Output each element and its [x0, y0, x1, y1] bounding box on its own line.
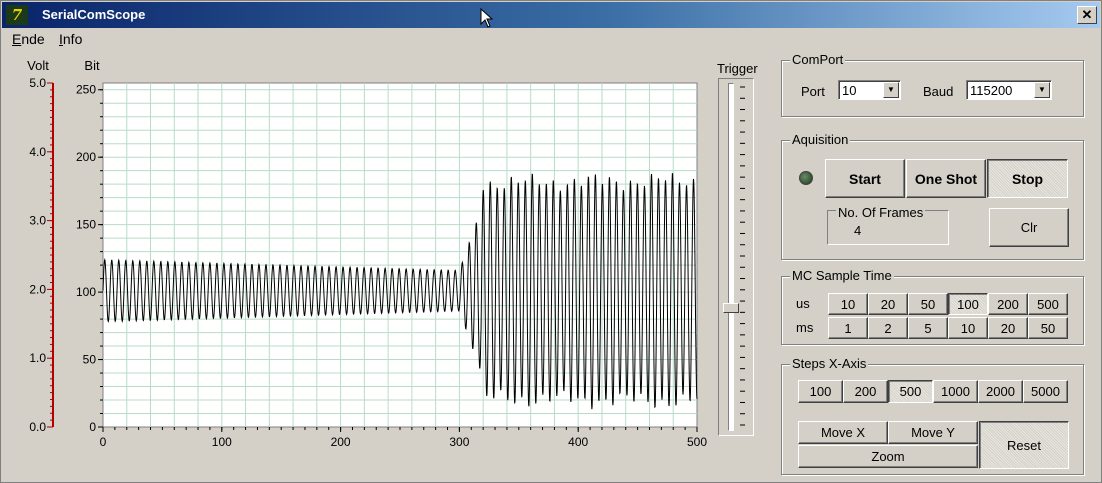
- y-bit-tick-label: 0: [89, 420, 96, 434]
- sample-us-200-button[interactable]: 200: [988, 293, 1028, 315]
- port-value: 10: [842, 83, 857, 98]
- steps-200-button[interactable]: 200: [843, 380, 888, 403]
- menu-bar: Ende Info: [2, 29, 1100, 49]
- sample-ms-20-button[interactable]: 20: [988, 317, 1028, 339]
- menu-info[interactable]: Info: [59, 31, 82, 47]
- app-logo-icon: 7: [6, 5, 28, 25]
- reset-button[interactable]: Reset: [979, 421, 1069, 469]
- move-x-button[interactable]: Move X: [798, 421, 888, 444]
- move-y-button[interactable]: Move Y: [888, 421, 978, 444]
- baud-value: 115200: [970, 83, 1013, 98]
- baud-select[interactable]: 115200 ▼: [966, 80, 1052, 100]
- acquisition-group: Aquisition Start One Shot Stop No. Of Fr…: [781, 132, 1084, 260]
- y-volt-axis-label: Volt: [27, 58, 49, 73]
- close-button[interactable]: ✕: [1077, 6, 1097, 24]
- x-tick-label: 500: [687, 435, 707, 449]
- trigger-slider-thumb[interactable]: [723, 303, 739, 313]
- title-bar[interactable]: 7 SerialComScope ✕: [2, 2, 1100, 28]
- frames-value: 4: [854, 223, 862, 238]
- sample-us-500-button[interactable]: 500: [1028, 293, 1068, 315]
- x-tick-label: 0: [100, 435, 107, 449]
- acquisition-group-title: Aquisition: [790, 132, 851, 147]
- y-volt-tick-label: 1.0: [29, 351, 46, 365]
- sample-ms-2-button[interactable]: 2: [868, 317, 908, 339]
- sample-us-10-button[interactable]: 10: [828, 293, 868, 315]
- sample-us-50-button[interactable]: 50: [908, 293, 948, 315]
- steps-x-group-title: Steps X-Axis: [790, 356, 869, 371]
- chevron-down-icon[interactable]: ▼: [1034, 82, 1050, 98]
- y-bit-axis-label: Bit: [84, 58, 100, 73]
- port-select[interactable]: 10 ▼: [838, 80, 901, 100]
- one-shot-button[interactable]: One Shot: [906, 159, 986, 198]
- scope-chart: Volt Bit 0 50 100 150 200 250 0.0 1.0 2.0 3.0 4.0 5…: [27, 58, 707, 449]
- steps-100-button[interactable]: 100: [798, 380, 843, 403]
- us-label: us: [796, 296, 810, 311]
- y-bit-tick-label: 100: [76, 285, 96, 299]
- steps-2000-button[interactable]: 2000: [978, 380, 1023, 403]
- sample-us-20-button[interactable]: 20: [868, 293, 908, 315]
- start-button[interactable]: Start: [825, 159, 905, 198]
- x-tick-label: 200: [331, 435, 351, 449]
- sample-time-group: MC Sample Time us ms 10 20 50 100 200 500 1 2 5 1…: [781, 268, 1084, 345]
- chevron-down-icon[interactable]: ▼: [883, 82, 899, 98]
- y-volt-tick-label: 5.0: [29, 76, 46, 90]
- zoom-button[interactable]: Zoom: [798, 445, 978, 468]
- menu-ende[interactable]: Ende: [12, 31, 45, 47]
- app-window: 7 SerialComScope ✕ Ende Info Volt Bit 0 5…: [0, 0, 1102, 483]
- clr-button[interactable]: Clr: [989, 208, 1069, 247]
- sample-ms-10-button[interactable]: 10: [948, 317, 988, 339]
- stop-button[interactable]: Stop: [987, 159, 1068, 198]
- sample-ms-1-button[interactable]: 1: [828, 317, 868, 339]
- trigger-slider-frame: [718, 78, 754, 436]
- steps-1000-button[interactable]: 1000: [933, 380, 978, 403]
- y-bit-tick-label: 50: [83, 353, 97, 367]
- baud-label: Baud: [923, 84, 954, 99]
- x-tick-label: 400: [568, 435, 588, 449]
- y-bit-tick-label: 150: [76, 218, 96, 232]
- sample-time-group-title: MC Sample Time: [790, 268, 894, 283]
- trigger-ticks: [740, 86, 745, 426]
- y-volt-tick-label: 4.0: [29, 145, 46, 159]
- status-led-icon: [799, 171, 813, 185]
- y-bit-tick-label: 250: [76, 83, 96, 97]
- y-bit-tick-label: 200: [76, 150, 96, 164]
- window-title: SerialComScope: [42, 7, 146, 22]
- steps-500-button[interactable]: 500: [888, 380, 933, 403]
- y-volt-tick-label: 3.0: [29, 214, 46, 228]
- frames-label: No. Of Frames: [836, 205, 926, 220]
- trigger-label: Trigger: [717, 61, 758, 76]
- steps-5000-button[interactable]: 5000: [1023, 380, 1068, 403]
- x-tick-label: 100: [212, 435, 232, 449]
- sample-ms-50-button[interactable]: 50: [1028, 317, 1068, 339]
- frames-box: No. Of Frames 4: [827, 205, 949, 245]
- mouse-cursor-icon: [480, 8, 494, 28]
- trigger-slider-track[interactable]: [728, 83, 734, 431]
- comport-group: ComPort Port 10 ▼ Baud 115200 ▼: [781, 52, 1084, 117]
- y-volt-tick-label: 0.0: [29, 420, 46, 434]
- x-tick-label: 300: [449, 435, 469, 449]
- y-volt-tick-label: 2.0: [29, 282, 46, 296]
- port-label: Port: [801, 84, 825, 99]
- comport-group-title: ComPort: [790, 52, 846, 67]
- sample-ms-5-button[interactable]: 5: [908, 317, 948, 339]
- ms-label: ms: [796, 320, 814, 335]
- sample-us-100-button[interactable]: 100: [948, 293, 988, 315]
- steps-x-group: Steps X-Axis Move X Move Y Zoom Reset 10…: [781, 356, 1084, 475]
